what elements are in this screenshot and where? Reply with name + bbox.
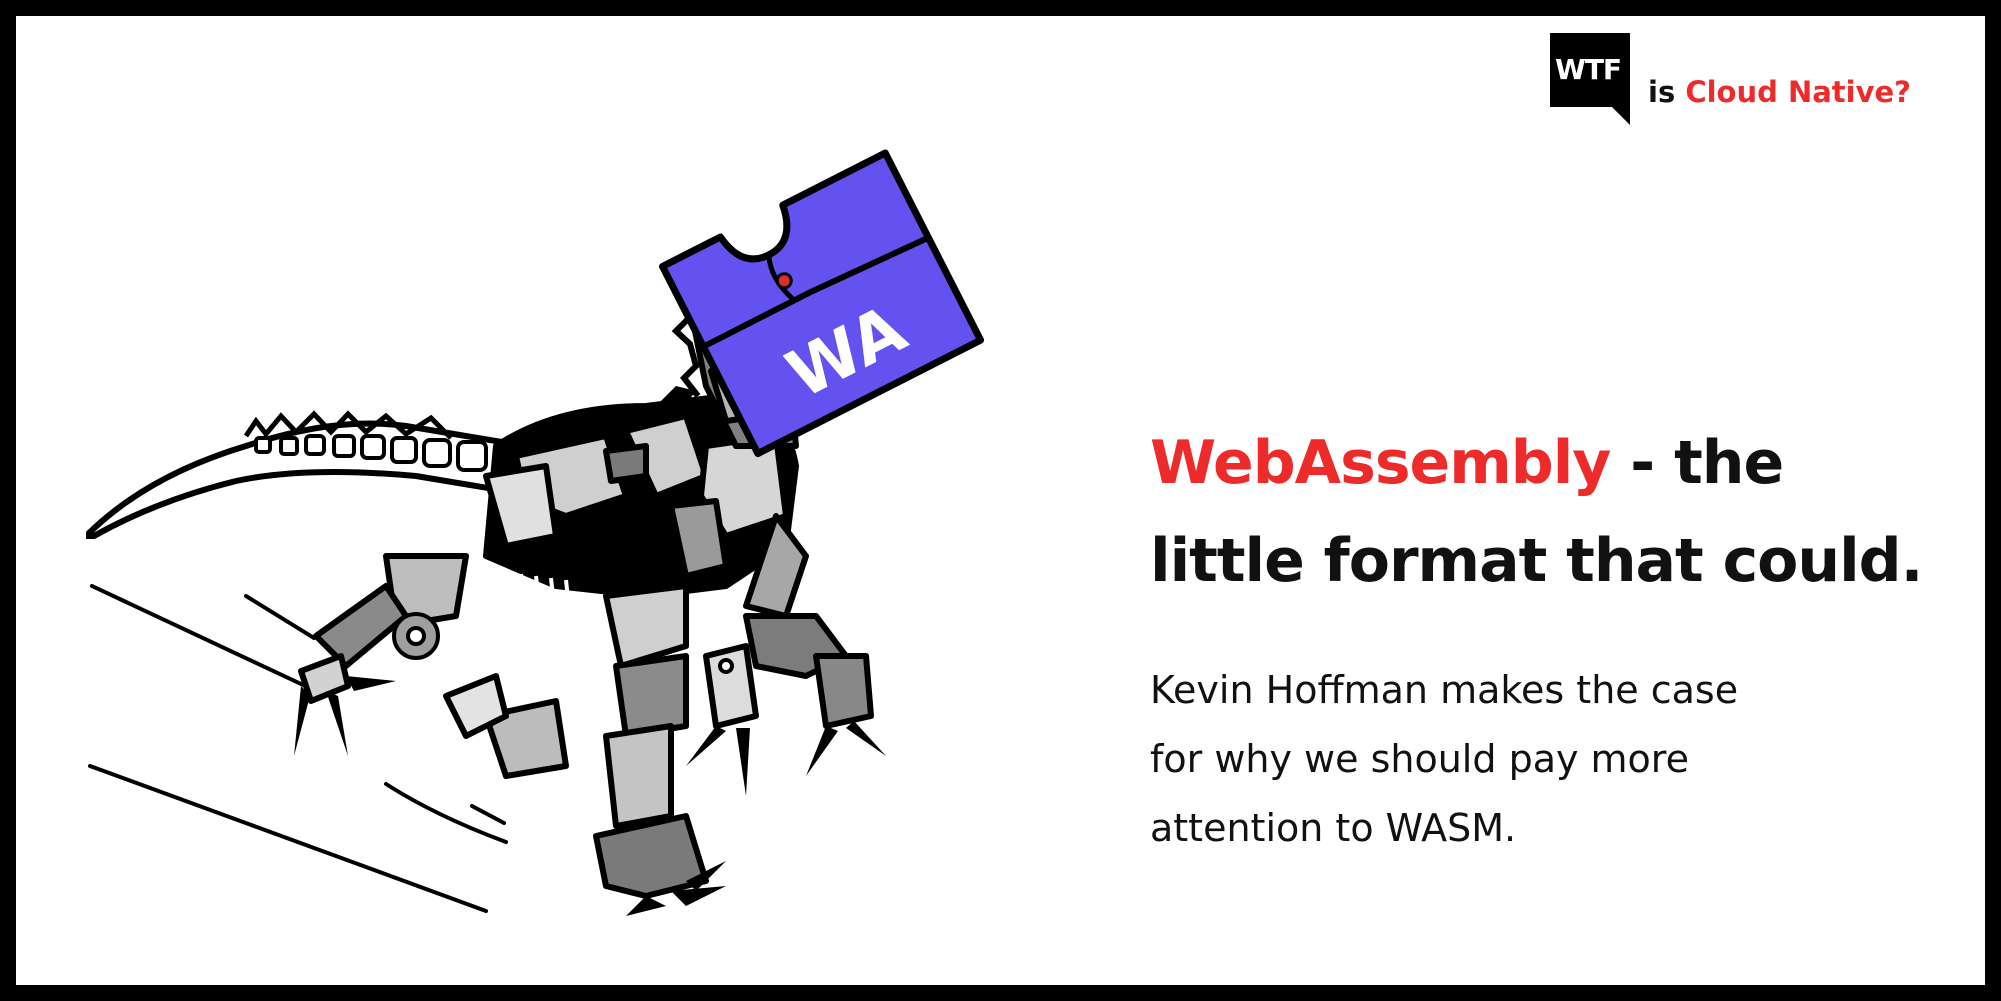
dinosaur-tail [86, 410, 540, 539]
speed-lines [88, 584, 508, 913]
brand-prefix: is [1648, 75, 1676, 109]
brand-accent: Cloud Native? [1685, 75, 1911, 109]
dinosaur-arm [298, 553, 469, 704]
subtitle: Kevin Hoffman makes the case for why we … [1150, 656, 1870, 863]
headline: WebAssembly - the little format that cou… [1150, 414, 1970, 610]
headline-line2: little format that could. [1150, 526, 1923, 596]
dinosaur-back-leg [443, 583, 709, 899]
front-foot-claws [686, 721, 886, 796]
wtf-badge: WTF [1550, 33, 1630, 125]
wtf-badge-text: WTF [1554, 53, 1622, 86]
subtitle-line3: attention to WASM. [1150, 806, 1517, 850]
headline-line1-rest: - the [1610, 428, 1784, 498]
page-frame: WTF is Cloud Native? WA WebAssembly - th… [0, 0, 2001, 1001]
robot-dinosaur-illustration: WA [86, 149, 985, 916]
headline-accent: WebAssembly [1150, 428, 1611, 498]
brand-tagline: is Cloud Native? [1648, 75, 1911, 109]
brand-header: WTF is Cloud Native? [1550, 33, 1911, 125]
subtitle-line1: Kevin Hoffman makes the case [1150, 668, 1739, 712]
subtitle-line2: for why we should pay more [1150, 737, 1689, 781]
